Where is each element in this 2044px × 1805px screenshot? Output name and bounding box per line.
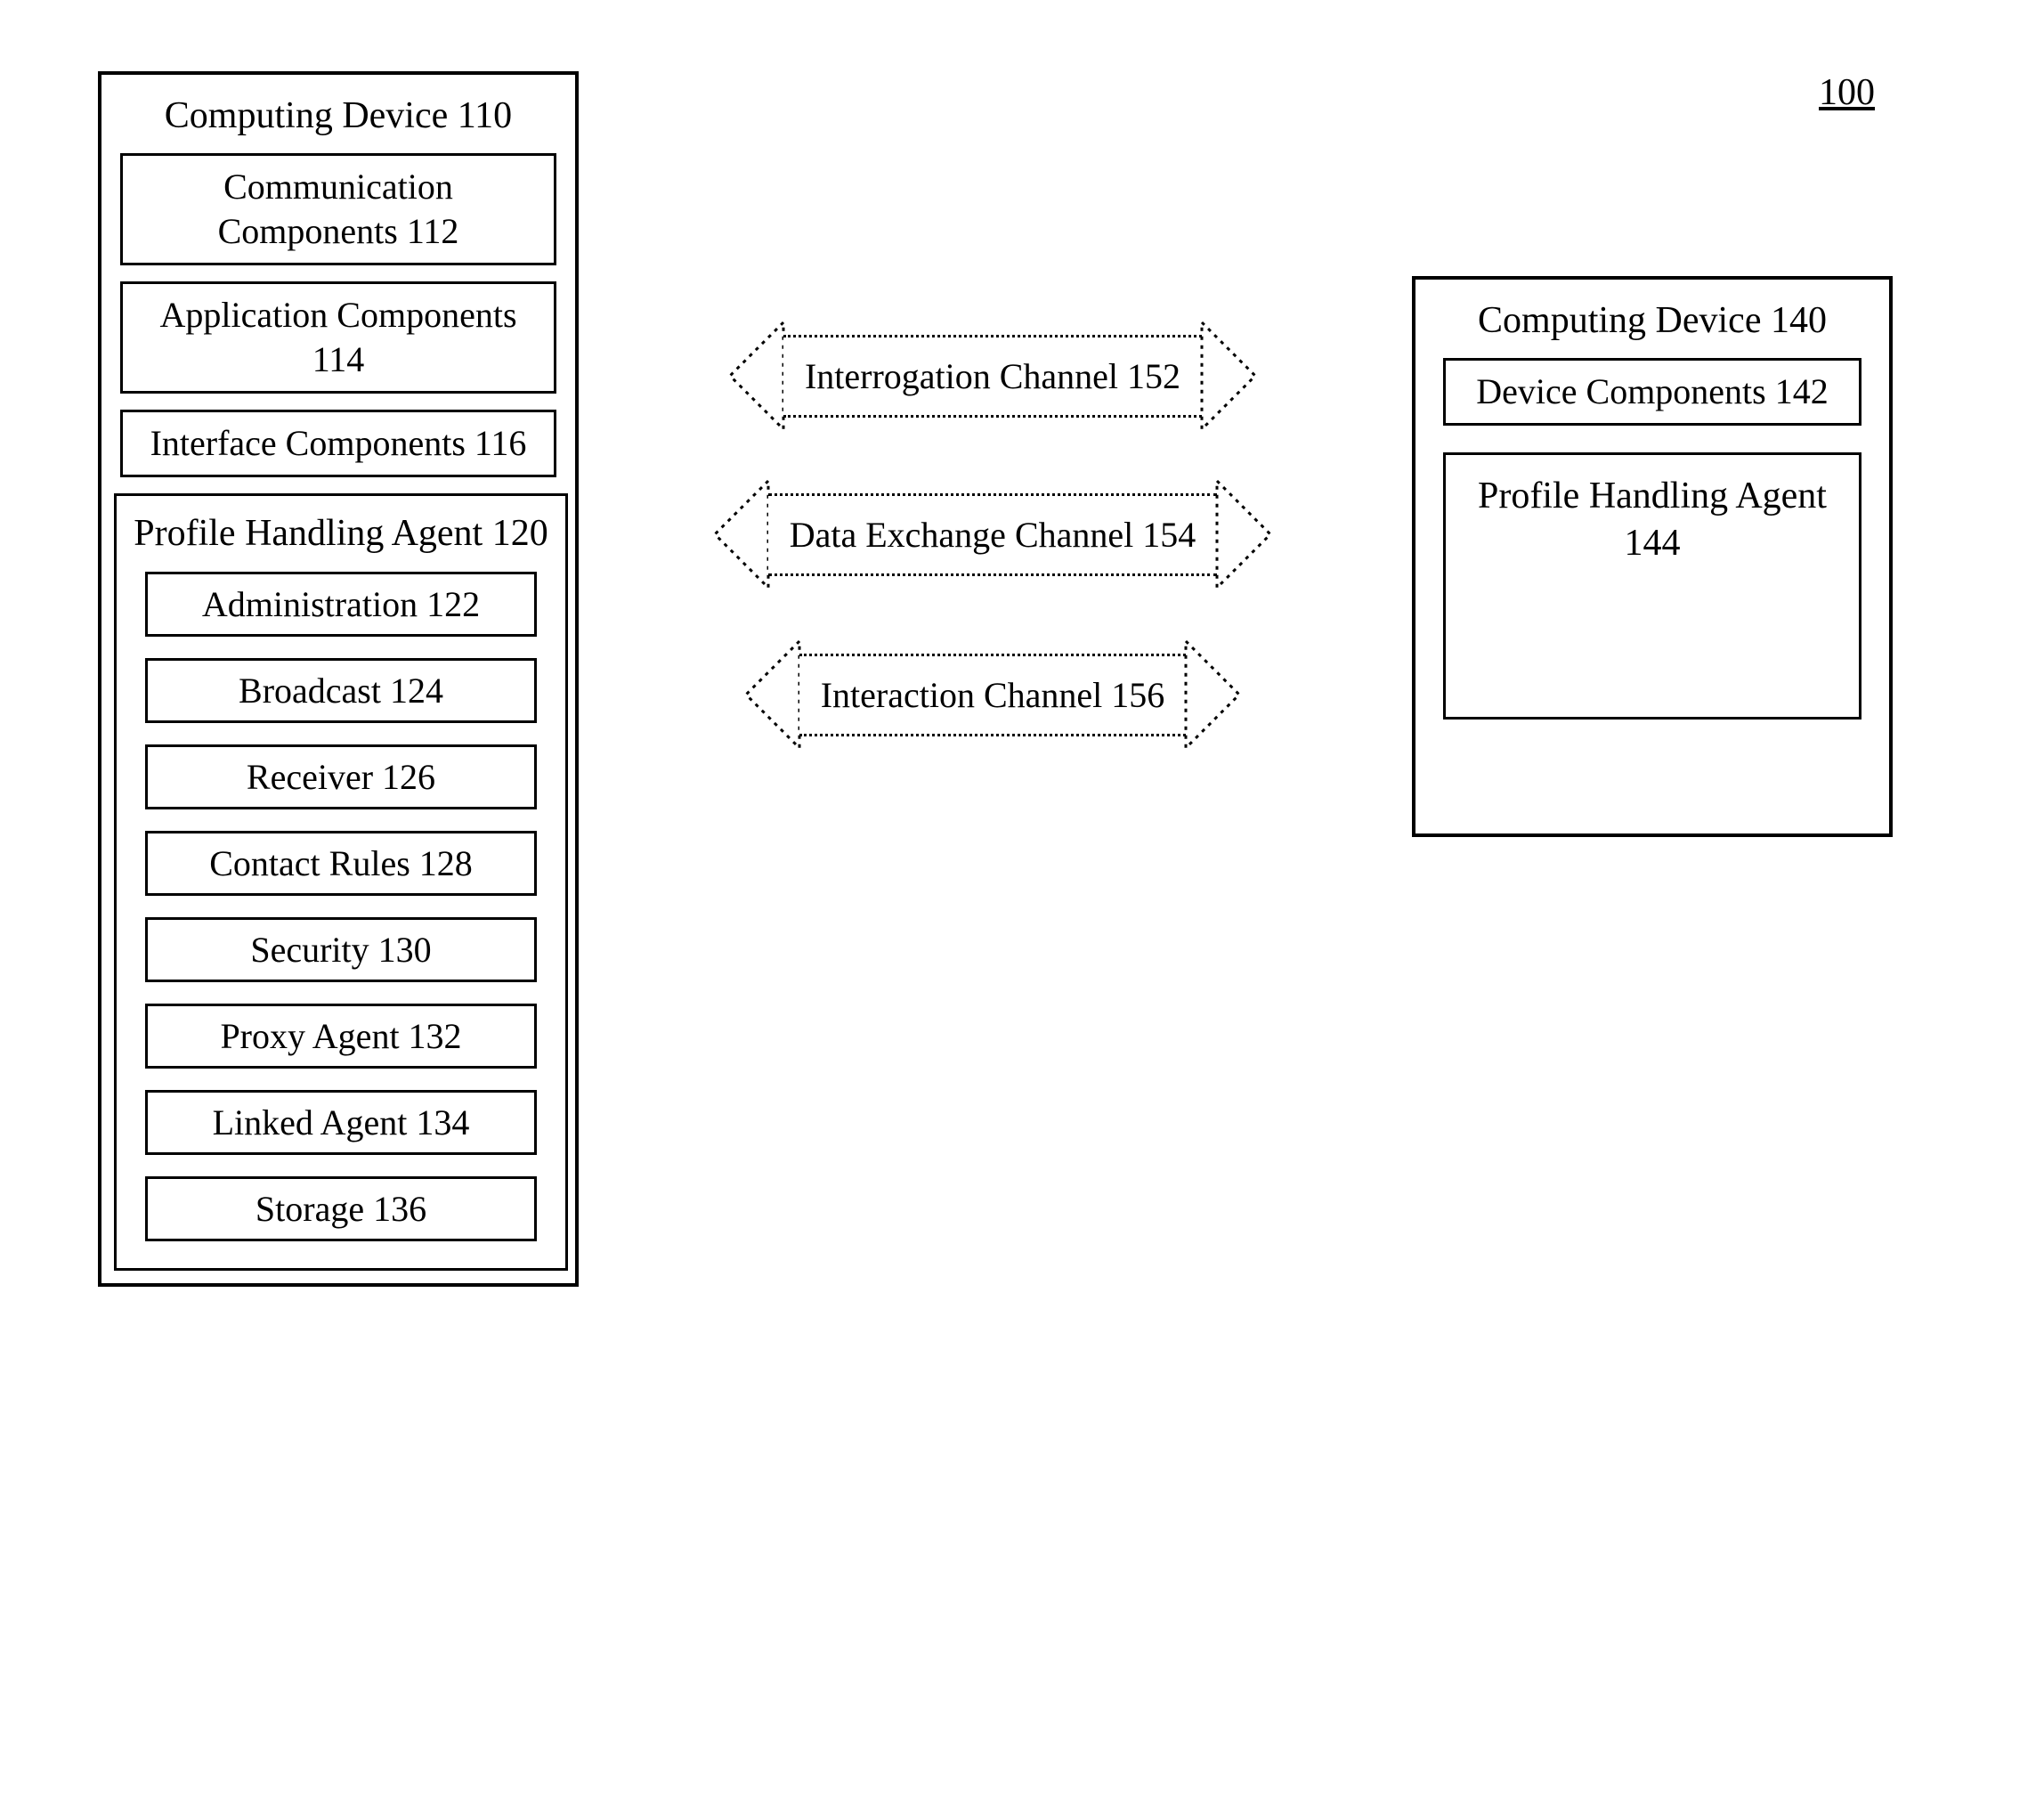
profile-handling-agent-144: Profile Handling Agent 144 (1443, 452, 1862, 720)
figure-number: 100 (1819, 71, 1875, 114)
interface-components-116: Interface Components 116 (120, 410, 556, 477)
storage-136: Storage 136 (145, 1176, 537, 1241)
channel-label: Interrogation Channel 152 (783, 335, 1202, 418)
computing-device-110: Computing Device 110 Communication Compo… (98, 71, 579, 1287)
communication-components-112: Communication Components 112 (120, 153, 556, 265)
device-110-title: Computing Device 110 (114, 94, 563, 137)
device-components-142: Device Components 142 (1443, 358, 1862, 426)
channel-label: Data Exchange Channel 154 (768, 493, 1218, 576)
broadcast-124: Broadcast 124 (145, 658, 537, 723)
device-140-title: Computing Device 140 (1428, 299, 1877, 342)
interrogation-channel-152: Interrogation Channel 152 (605, 322, 1380, 429)
administration-122: Administration 122 (145, 572, 537, 637)
arrow-left-icon (730, 322, 783, 429)
arrow-right-icon (1217, 481, 1270, 588)
interaction-channel-156: Interaction Channel 156 (605, 641, 1380, 748)
computing-device-140: Computing Device 140 Device Components 1… (1412, 276, 1893, 837)
diagram-canvas: 100 Computing Device 110 Communication C… (0, 0, 2044, 1805)
contact-rules-128: Contact Rules 128 (145, 831, 537, 896)
data-exchange-channel-154: Data Exchange Channel 154 (605, 481, 1380, 588)
application-components-114: Application Components 114 (120, 281, 556, 394)
linked-agent-134: Linked Agent 134 (145, 1090, 537, 1155)
proxy-agent-132: Proxy Agent 132 (145, 1004, 537, 1069)
agent-120-title: Profile Handling Agent 120 (129, 510, 553, 557)
receiver-126: Receiver 126 (145, 744, 537, 809)
arrow-left-icon (715, 481, 768, 588)
channel-label: Interaction Channel 156 (799, 654, 1187, 736)
security-130: Security 130 (145, 917, 537, 982)
arrow-right-icon (1186, 641, 1239, 748)
arrow-right-icon (1202, 322, 1255, 429)
profile-handling-agent-120: Profile Handling Agent 120 Administratio… (114, 493, 568, 1271)
arrow-left-icon (746, 641, 799, 748)
